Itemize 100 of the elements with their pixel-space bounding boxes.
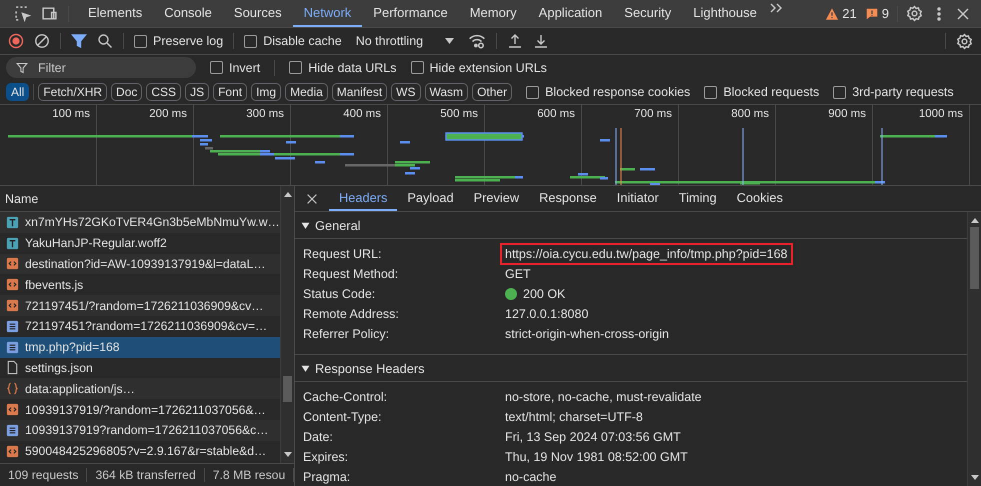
- warning-icon: [825, 6, 840, 20]
- header-value: strict-origin-when-cross-origin: [505, 327, 669, 341]
- checkbox[interactable]: [289, 61, 302, 74]
- checkbox[interactable]: [210, 61, 223, 74]
- header-value: no-cache: [505, 470, 556, 484]
- panel-tab[interactable]: Performance: [362, 0, 459, 27]
- search-icon[interactable]: [97, 33, 113, 49]
- scrollbar[interactable]: [967, 212, 981, 486]
- request-name: destination?id=AW-10939137919&l=dataL…: [25, 256, 266, 271]
- filter-field[interactable]: Filter: [36, 60, 176, 76]
- type-filter-chip[interactable]: Manifest: [332, 83, 388, 101]
- scroll-down-icon[interactable]: [970, 475, 978, 480]
- scroll-up-icon[interactable]: [970, 218, 978, 223]
- settings-icon[interactable]: [906, 5, 923, 22]
- type-filter-chip[interactable]: Wasm: [424, 83, 468, 101]
- request-row[interactable]: 590048425296805?v=2.9.167&r=stable&d…: [0, 440, 280, 462]
- checkbox-label: 3rd-party requests: [852, 85, 954, 99]
- filter-box[interactable]: Filter: [6, 57, 196, 78]
- type-filter-chip[interactable]: CSS: [146, 83, 182, 101]
- section-header[interactable]: Response Headers: [315, 360, 425, 376]
- panel-tab[interactable]: Lighthouse: [682, 0, 768, 27]
- warning-count: 21: [842, 6, 857, 21]
- request-row[interactable]: destination?id=AW-10939137919&l=dataL…: [0, 254, 280, 274]
- checkbox[interactable]: [833, 86, 846, 98]
- panel-tab[interactable]: Application: [528, 0, 614, 27]
- type-filter-chip[interactable]: Font: [213, 83, 248, 101]
- detail-tab[interactable]: Response: [529, 186, 607, 211]
- type-filter-chip[interactable]: JS: [185, 83, 210, 101]
- type-filter-chip[interactable]: Fetch/XHR: [38, 83, 108, 101]
- type-filter-chip[interactable]: Doc: [111, 83, 142, 101]
- type-filter-chip[interactable]: All: [6, 83, 30, 101]
- detail-tab[interactable]: Initiator: [606, 186, 669, 211]
- request-row[interactable]: 10939137919/?random=1726211037056&…: [0, 399, 280, 420]
- request-row[interactable]: YakuHanJP-Regular.woff2: [0, 232, 280, 254]
- request-row[interactable]: 721197451/?random=1726211036909&cv…: [0, 295, 280, 316]
- header-value: 127.0.0.1:8080: [505, 307, 588, 321]
- request-name: 721197451/?random=1726211036909&cv…: [25, 298, 264, 313]
- download-icon[interactable]: [533, 33, 550, 49]
- script-file-icon: [5, 298, 20, 314]
- scroll-up-icon[interactable]: [284, 192, 292, 197]
- time-tick-label: 300 ms: [194, 105, 291, 123]
- stop-recording-icon[interactable]: [8, 33, 24, 49]
- panel-tab[interactable]: Security: [613, 0, 682, 27]
- panel-tab[interactable]: Network: [292, 0, 362, 27]
- checkbox[interactable]: [134, 34, 147, 48]
- close-icon[interactable]: [305, 192, 319, 206]
- type-filter-chip[interactable]: Other: [472, 83, 512, 101]
- device-toolbar-icon[interactable]: [41, 5, 58, 22]
- time-tick-label: 200 ms: [97, 105, 194, 123]
- header-value: 200 OK: [523, 287, 566, 301]
- panel-tab[interactable]: Console: [153, 0, 223, 27]
- expanded-triangle-icon[interactable]: [301, 220, 310, 230]
- request-name: YakuHanJP-Regular.woff2: [25, 236, 167, 250]
- detail-tab[interactable]: Cookies: [726, 186, 793, 211]
- filter-icon[interactable]: [71, 33, 87, 49]
- status-bar-text: 7.8 MB resou: [204, 468, 294, 482]
- scrollbar-thumb[interactable]: [970, 227, 979, 289]
- checkbox[interactable]: [410, 61, 424, 74]
- request-row[interactable]: settings.json: [0, 358, 280, 378]
- type-filter-chip[interactable]: WS: [391, 83, 420, 101]
- checkbox[interactable]: [244, 34, 258, 48]
- time-tick-label: 500 ms: [388, 105, 485, 123]
- scroll-down-icon[interactable]: [284, 452, 292, 457]
- checkbox[interactable]: [704, 86, 718, 98]
- network-conditions-icon[interactable]: [468, 32, 486, 50]
- type-filter-chip[interactable]: Img: [251, 83, 282, 101]
- scrollbar[interactable]: [280, 186, 294, 463]
- request-row[interactable]: xn7mYHs72GKoTvER4Gn3b5eMbNmuYw.w…: [0, 212, 280, 233]
- font-file-icon: [5, 236, 20, 251]
- clear-icon[interactable]: [34, 33, 50, 49]
- checkbox-label: Preserve log: [153, 34, 224, 48]
- network-settings-icon[interactable]: [956, 32, 973, 50]
- request-row[interactable]: fbevents.js: [0, 274, 280, 296]
- time-tick-label: 700 ms: [582, 105, 679, 123]
- detail-tab[interactable]: Preview: [464, 186, 530, 211]
- close-icon[interactable]: [955, 6, 971, 22]
- header-name: Request Method:: [302, 267, 400, 281]
- detail-tab[interactable]: Timing: [668, 186, 727, 211]
- scrollbar-thumb[interactable]: [283, 376, 292, 402]
- section-header[interactable]: General: [315, 218, 361, 232]
- type-filter-chip[interactable]: Media: [285, 83, 328, 101]
- request-row[interactable]: data:application/js…: [0, 378, 280, 400]
- panel-tab[interactable]: Sources: [222, 0, 293, 27]
- status-dot: [505, 288, 517, 300]
- checkbox-label: Blocked response cookies: [545, 85, 690, 99]
- header-name: Cache-Control:: [302, 390, 388, 404]
- panel-tab[interactable]: Elements: [77, 0, 154, 27]
- request-row[interactable]: tmp.php?pid=168: [0, 336, 280, 358]
- detail-tab[interactable]: Payload: [397, 186, 464, 211]
- upload-icon[interactable]: [507, 33, 524, 49]
- throttling-dropdown[interactable]: No throttling: [352, 34, 458, 48]
- element-picker-icon[interactable]: [14, 5, 31, 22]
- panel-tab[interactable]: Memory: [458, 0, 528, 27]
- header-name: Expires:: [302, 450, 350, 464]
- request-row[interactable]: 721197451?random=1726211036909&cv=…: [0, 316, 280, 337]
- request-row[interactable]: 10939137919?random=1726211037056&c…: [0, 420, 280, 441]
- header-value: Fri, 13 Sep 2024 07:03:56 GMT: [505, 430, 681, 444]
- request-name: 10939137919/?random=1726211037056&…: [25, 402, 266, 417]
- checkbox[interactable]: [526, 86, 540, 98]
- expanded-triangle-icon[interactable]: [301, 364, 310, 372]
